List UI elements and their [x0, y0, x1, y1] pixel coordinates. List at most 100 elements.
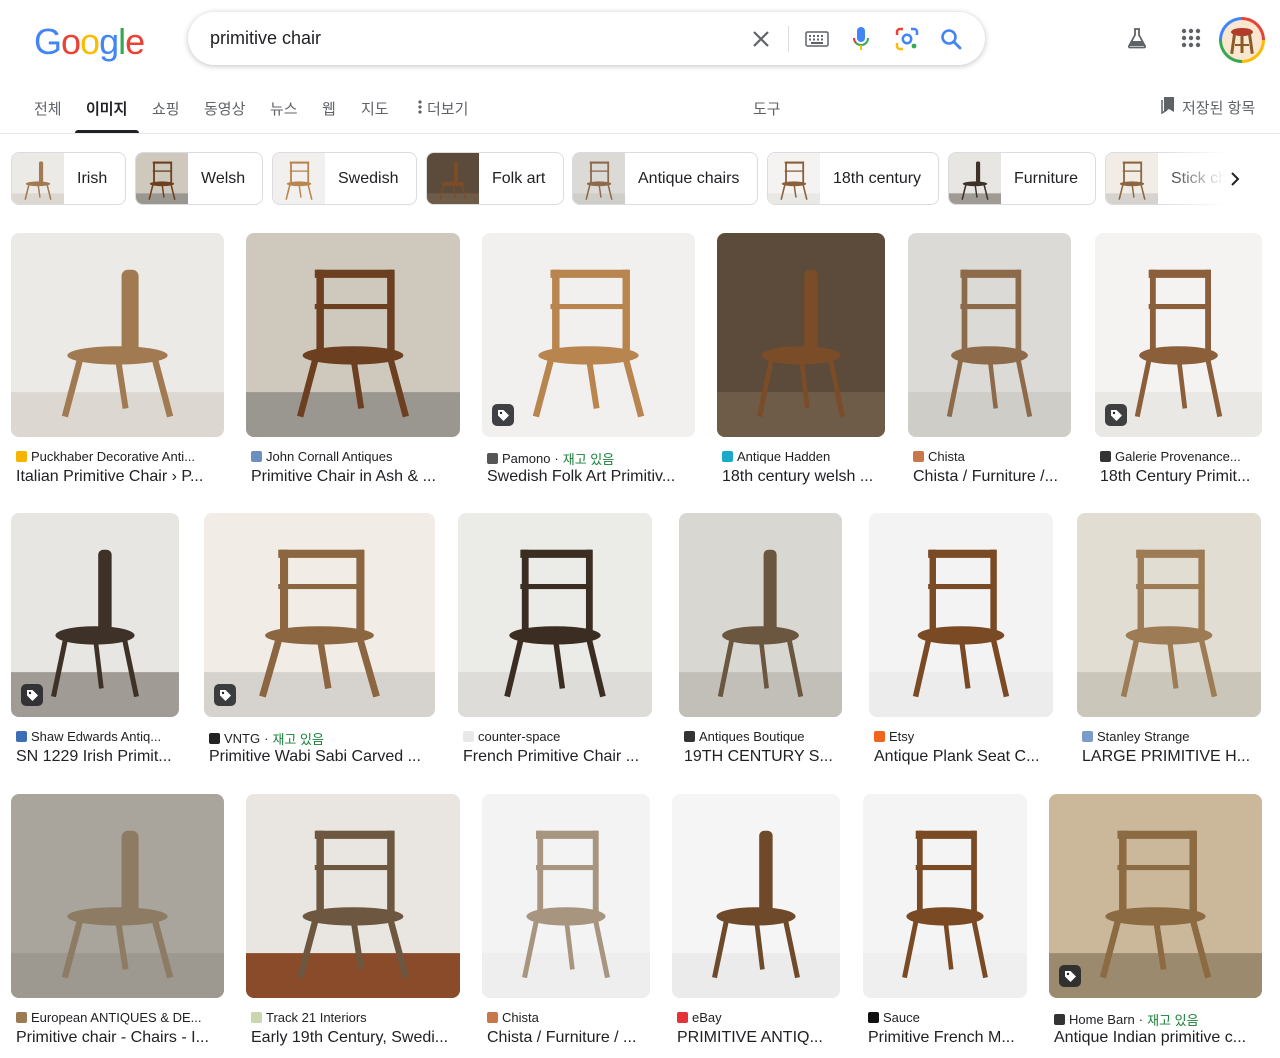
image-result[interactable]: Chista Chista / Furniture / ...: [482, 794, 650, 1052]
search-input[interactable]: [210, 12, 730, 65]
result-title[interactable]: Primitive Wabi Sabi Carved ...: [209, 748, 432, 766]
tab-images[interactable]: 이미지: [86, 98, 127, 119]
chip-welsh[interactable]: Welsh: [135, 152, 263, 205]
image-result[interactable]: Galerie Provenance... 18th Century Primit…: [1095, 233, 1262, 491]
apps-icon[interactable]: [1177, 24, 1205, 52]
image-result[interactable]: European ANTIQUES & DE... Primitive chair…: [11, 794, 224, 1052]
result-thumbnail[interactable]: [11, 794, 224, 998]
image-result[interactable]: Chista Chista / Furniture /...: [908, 233, 1071, 491]
image-result[interactable]: Home Barn · 재고 있음 Antique Indian primitive …: [1049, 794, 1262, 1052]
result-title[interactable]: French Primitive Chair ...: [463, 748, 649, 766]
result-title[interactable]: Italian Primitive Chair › P...: [16, 468, 221, 486]
tab-web[interactable]: 웹: [322, 98, 336, 119]
result-title[interactable]: PRIMITIVE ANTIQ...: [677, 1029, 837, 1047]
result-source[interactable]: Antique Hadden: [722, 449, 882, 464]
image-result[interactable]: Antique Hadden 18th century welsh ...: [717, 233, 885, 491]
result-thumbnail[interactable]: [672, 794, 840, 998]
result-title[interactable]: Early 19th Century, Swedi...: [251, 1029, 457, 1047]
result-thumbnail[interactable]: [458, 513, 652, 717]
result-title[interactable]: Swedish Folk Art Primitiv...: [487, 468, 692, 486]
result-source[interactable]: Galerie Provenance...: [1100, 449, 1259, 464]
result-source[interactable]: Track 21 Interiors: [251, 1010, 457, 1025]
tab-shopping[interactable]: 쇼핑: [152, 98, 180, 119]
result-source[interactable]: counter-space: [463, 729, 649, 744]
keyboard-icon[interactable]: [804, 26, 830, 52]
chip-irish[interactable]: Irish: [11, 152, 126, 205]
chip-18th-century[interactable]: 18th century: [767, 152, 939, 205]
result-title[interactable]: Chista / Furniture /...: [913, 468, 1068, 486]
tools-button[interactable]: 도구: [753, 98, 781, 119]
result-title[interactable]: Primitive French M...: [868, 1029, 1024, 1047]
in-stock-badge: 재고 있음: [562, 452, 615, 467]
result-source[interactable]: Chista: [913, 449, 1068, 464]
result-thumbnail[interactable]: [482, 233, 695, 437]
lens-icon[interactable]: [894, 26, 920, 52]
image-result[interactable]: counter-space French Primitive Chair ...: [458, 513, 652, 771]
result-title[interactable]: LARGE PRIMITIVE H...: [1082, 748, 1258, 766]
chip-furniture[interactable]: Furniture: [948, 152, 1096, 205]
result-title[interactable]: Primitive Chair in Ash & ...: [251, 468, 457, 486]
mic-icon[interactable]: [848, 26, 874, 52]
result-source[interactable]: Sauce: [868, 1010, 1024, 1025]
result-source[interactable]: European ANTIQUES & DE...: [16, 1010, 221, 1025]
saved-items-button[interactable]: 저장된 항목: [1160, 96, 1255, 118]
result-source[interactable]: Stanley Strange: [1082, 729, 1258, 744]
result-title[interactable]: 18th Century Primit...: [1100, 468, 1259, 486]
result-thumbnail[interactable]: [717, 233, 885, 437]
result-thumbnail[interactable]: [11, 233, 224, 437]
result-source[interactable]: John Cornall Antiques: [251, 449, 457, 464]
chip-swedish[interactable]: Swedish: [272, 152, 417, 205]
result-title[interactable]: 19TH CENTURY S...: [684, 748, 839, 766]
image-result[interactable]: Antiques Boutique 19TH CENTURY S...: [679, 513, 842, 771]
image-result[interactable]: Shaw Edwards Antiq... SN 1229 Irish Primi…: [11, 513, 179, 771]
avatar[interactable]: [1219, 17, 1265, 63]
result-thumbnail[interactable]: [869, 513, 1053, 717]
result-thumbnail[interactable]: [1077, 513, 1261, 717]
result-thumbnail[interactable]: [246, 794, 460, 998]
result-thumbnail[interactable]: [908, 233, 1071, 437]
image-result[interactable]: Sauce Primitive French M...: [863, 794, 1027, 1052]
result-source[interactable]: eBay: [677, 1010, 837, 1025]
image-result[interactable]: Puckhaber Decorative Anti... Italian Prim…: [11, 233, 224, 491]
tab-videos[interactable]: 동영상: [204, 98, 245, 119]
result-source[interactable]: Chista: [487, 1010, 647, 1025]
tab-more[interactable]: 더보기: [418, 98, 468, 119]
tab-all[interactable]: 전체: [34, 98, 62, 119]
result-thumbnail[interactable]: [679, 513, 842, 717]
image-result[interactable]: Stanley Strange LARGE PRIMITIVE H...: [1077, 513, 1261, 771]
result-thumbnail[interactable]: [482, 794, 650, 998]
result-thumbnail[interactable]: [1049, 794, 1262, 998]
close-icon[interactable]: [748, 26, 774, 52]
tab-news[interactable]: 뉴스: [270, 98, 298, 119]
result-thumbnail[interactable]: [246, 233, 460, 437]
result-title[interactable]: Chista / Furniture / ...: [487, 1029, 647, 1047]
chip-antique-chairs[interactable]: Antique chairs: [572, 152, 758, 205]
result-thumbnail[interactable]: [204, 513, 435, 717]
result-title[interactable]: Primitive chair - Chairs - I...: [16, 1029, 221, 1047]
image-result[interactable]: eBay PRIMITIVE ANTIQ...: [672, 794, 840, 1052]
result-source[interactable]: Shaw Edwards Antiq...: [16, 729, 176, 744]
result-source[interactable]: Etsy: [874, 729, 1050, 744]
search-icon[interactable]: [938, 26, 964, 52]
labs-icon[interactable]: [1123, 24, 1151, 52]
image-result[interactable]: John Cornall Antiques Primitive Chair in …: [246, 233, 460, 491]
result-title[interactable]: 18th century welsh ...: [722, 468, 882, 486]
result-source[interactable]: Antiques Boutique: [684, 729, 839, 744]
result-source[interactable]: Puckhaber Decorative Anti...: [16, 449, 221, 464]
result-source[interactable]: Home Barn · 재고 있음: [1054, 1010, 1259, 1029]
result-source[interactable]: Pamono · 재고 있음: [487, 449, 692, 468]
tab-maps[interactable]: 지도: [361, 98, 389, 119]
chip-folk-art[interactable]: Folk art: [426, 152, 564, 205]
result-title[interactable]: SN 1229 Irish Primit...: [16, 748, 176, 766]
source-name: Antique Hadden: [737, 449, 831, 464]
image-result[interactable]: Etsy Antique Plank Seat C...: [869, 513, 1053, 771]
result-thumbnail[interactable]: [863, 794, 1027, 998]
google-logo[interactable]: Google: [34, 21, 145, 63]
image-result[interactable]: Pamono · 재고 있음 Swedish Folk Art Primitiv...: [482, 233, 695, 491]
image-result[interactable]: VNTG · 재고 있음 Primitive Wabi Sabi Carved ...: [204, 513, 435, 771]
image-result[interactable]: Track 21 Interiors Early 19th Century, Sw…: [246, 794, 460, 1052]
result-title[interactable]: Antique Indian primitive c...: [1054, 1029, 1259, 1047]
chevron-right-icon[interactable]: [1221, 165, 1249, 193]
result-title[interactable]: Antique Plank Seat C...: [874, 748, 1050, 766]
result-source[interactable]: VNTG · 재고 있음: [209, 729, 432, 748]
